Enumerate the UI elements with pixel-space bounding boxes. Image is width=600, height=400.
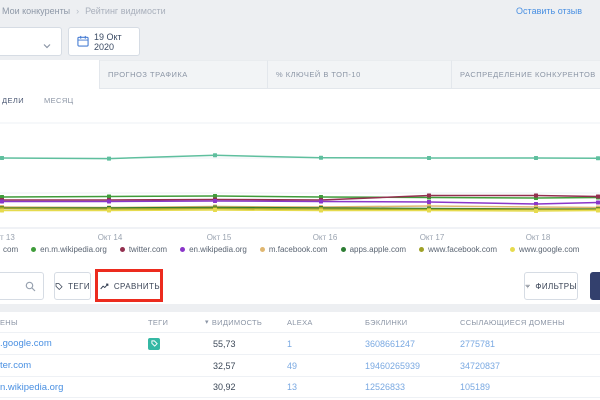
calendar-icon (77, 35, 89, 49)
legend-dot-icon (419, 247, 424, 252)
tag-icon (55, 281, 63, 292)
x-axis-tick-label: т 13 (0, 233, 15, 242)
table-row[interactable]: ter.com 32,57 49 19460265939 34720837 (0, 354, 600, 376)
date-picker-value: 19 Окт 2020 (94, 32, 139, 52)
tab-visibility-rating[interactable] (0, 60, 100, 89)
legend-item[interactable]: m.facebook.com (260, 245, 328, 254)
domain-link[interactable]: ter.com (0, 360, 31, 371)
legend-label: com (3, 245, 18, 254)
legend-label: www.google.com (519, 245, 579, 254)
x-axis-tick-label: Окт 17 (420, 233, 445, 242)
feedback-link[interactable]: Оставить отзыв (516, 6, 582, 16)
search-icon (25, 281, 36, 292)
legend-label: www.facebook.com (428, 245, 497, 254)
domain-link[interactable]: n.wikipedia.org (0, 382, 63, 393)
legend-dot-icon (260, 247, 265, 252)
ref-domains-value[interactable]: 2775781 (460, 339, 495, 349)
chevron-down-icon (42, 38, 52, 56)
legend-item[interactable]: twitter.com (120, 245, 167, 254)
table-body: .google.com 55,73 1 3608661247 2775781 t… (0, 332, 600, 398)
competitors-table: ЕНЫ ТЕГИ ▾ ВИДИМОСТЬ ALEXA БЭКЛИНКИ ССЫЛ… (0, 312, 600, 400)
legend-label: twitter.com (129, 245, 167, 254)
breadcrumb-separator: › (76, 6, 79, 16)
export-button[interactable] (590, 272, 600, 300)
page-title: Рейтинг видимости (85, 6, 165, 16)
header-visibility[interactable]: ▾ ВИДИМОСТЬ (205, 318, 287, 327)
breadcrumb-parent[interactable]: Мои конкуренты (2, 6, 70, 16)
alexa-value[interactable]: 49 (287, 361, 297, 371)
legend-item[interactable]: en.m.wikipedia.org (31, 245, 107, 254)
legend-dot-icon (120, 247, 125, 252)
filters-button[interactable]: ФИЛЬТРЫ (524, 272, 578, 300)
search-input[interactable] (0, 272, 44, 300)
legend-item[interactable]: en.wikipedia.org (180, 245, 247, 254)
legend-label: en.m.wikipedia.org (40, 245, 107, 254)
visibility-value: 55,73 (205, 339, 287, 349)
header-tags[interactable]: ТЕГИ (148, 318, 205, 327)
legend-item[interactable]: www.facebook.com (419, 245, 497, 254)
table-row[interactable]: n.wikipedia.org 30,92 13 12526833 105189 (0, 376, 600, 398)
tab-keys-in-top10[interactable]: % КЛЮЧЕЙ В ТОП-10 (268, 60, 452, 89)
alexa-value[interactable]: 13 (287, 382, 297, 392)
report-tabbar: ПРОГНОЗ ТРАФИКА % КЛЮЧЕЙ В ТОП-10 РАСПРЕ… (0, 60, 600, 89)
ref-domains-value[interactable]: 105189 (460, 382, 490, 392)
date-picker-button[interactable]: 19 Окт 2020 (68, 27, 140, 56)
x-axis-tick-label: Окт 16 (313, 233, 338, 242)
ref-domains-value[interactable]: 34720837 (460, 361, 500, 371)
table-header-row: ЕНЫ ТЕГИ ▾ ВИДИМОСТЬ ALEXA БЭКЛИНКИ ССЫЛ… (0, 312, 600, 332)
header-alexa[interactable]: ALEXA (287, 318, 365, 327)
domain-link[interactable]: .google.com (0, 338, 52, 349)
trend-line-icon (100, 281, 109, 292)
tag-badge[interactable] (148, 338, 160, 350)
backlinks-value[interactable]: 12526833 (365, 382, 405, 392)
legend-label: apps.apple.com (350, 245, 406, 254)
x-axis-tick-label: Окт 15 (207, 233, 232, 242)
alexa-value[interactable]: 1 (287, 339, 292, 349)
backlinks-value[interactable]: 3608661247 (365, 339, 415, 349)
header-ref-domains[interactable]: ССЫЛАЮЩИЕСЯ ДОМЕНЫ (460, 318, 600, 327)
legend-dot-icon (510, 247, 515, 252)
compare-button[interactable]: СРАВНИТЬ (100, 272, 160, 300)
backlinks-value[interactable]: 19460265939 (365, 361, 420, 371)
legend-label: en.wikipedia.org (189, 245, 247, 254)
filter-icon (525, 282, 530, 291)
legend-dot-icon (341, 247, 346, 252)
table-toolbar: ТЕГИ СРАВНИТЬ ФИЛЬТРЫ (0, 272, 600, 301)
x-axis-tick-label: Окт 18 (526, 233, 551, 242)
tab-competitor-distribution[interactable]: РАСПРЕДЕЛЕНИЕ КОНКУРЕНТОВ (452, 60, 600, 89)
tab-traffic-forecast[interactable]: ПРОГНОЗ ТРАФИКА (100, 60, 268, 89)
tag-icon (151, 340, 158, 347)
visibility-value: 32,57 (205, 361, 287, 371)
chart-x-axis-labels: т 13 Окт 14 Окт 15 Окт 16 Окт 17 Окт 18 (0, 233, 600, 245)
tags-button[interactable]: ТЕГИ (54, 272, 91, 300)
legend-dot-icon (31, 247, 36, 252)
breadcrumb: Мои конкуренты › Рейтинг видимости (2, 6, 166, 16)
legend-label: m.facebook.com (269, 245, 328, 254)
table-row[interactable]: .google.com 55,73 1 3608661247 2775781 (0, 332, 600, 354)
legend-item[interactable]: com (3, 245, 18, 254)
sort-desc-icon: ▾ (205, 318, 209, 326)
legend-item[interactable]: www.google.com (510, 245, 579, 254)
header-domains[interactable]: ЕНЫ (0, 318, 148, 327)
header-backlinks[interactable]: БЭКЛИНКИ (365, 318, 460, 327)
legend-dot-icon (180, 247, 185, 252)
x-axis-tick-label: Окт 14 (98, 233, 123, 242)
legend-item[interactable]: apps.apple.com (341, 245, 406, 254)
visibility-value: 30,92 (205, 382, 287, 392)
project-dropdown[interactable] (0, 27, 62, 56)
chart-legend: com en.m.wikipedia.org twitter.com en.wikip… (3, 245, 579, 254)
visibility-chart (0, 100, 600, 232)
visibility-chart-card: ДЕЛИ МЕСЯЦ т 13Окт 14Окт 15Окт 16Окт 17О… (0, 89, 600, 304)
